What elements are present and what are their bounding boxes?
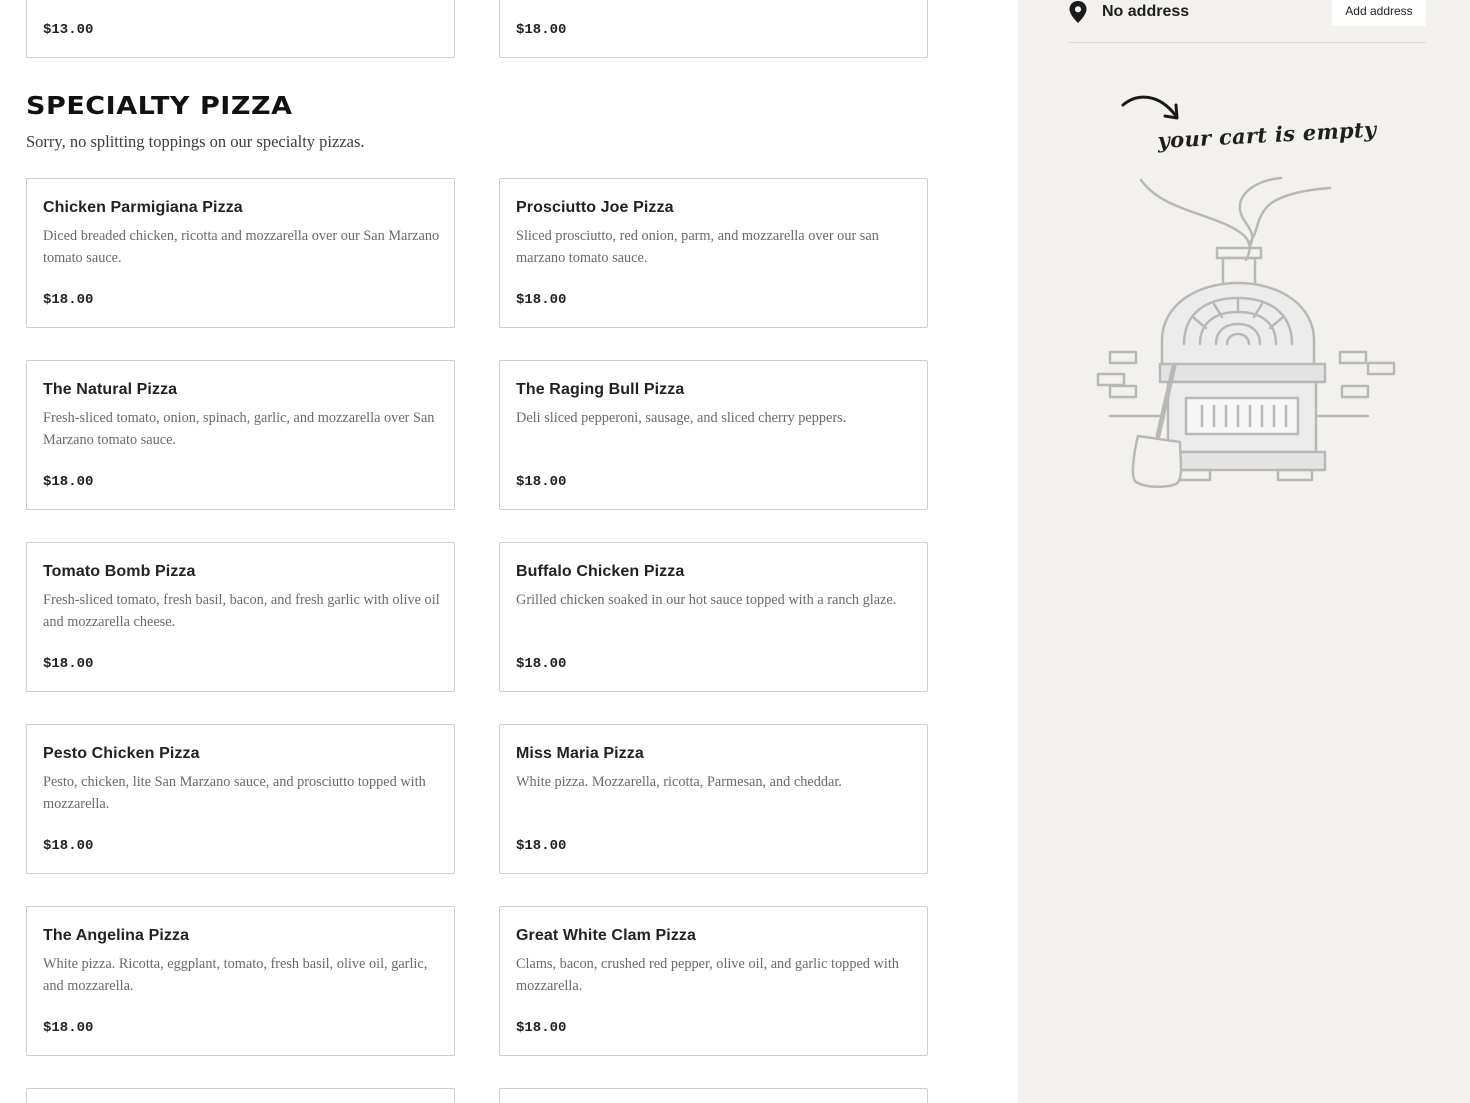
item-price: $13.00 <box>43 22 94 38</box>
item-price: $18.00 <box>43 838 94 854</box>
menu-item-card[interactable]: Prosciutto Joe Pizza Sliced prosciutto, … <box>499 178 928 328</box>
menu-item-card[interactable] <box>26 1088 455 1103</box>
section-title: SPECIALTY PIZZA <box>26 91 293 120</box>
address-text: No address <box>1102 3 1190 20</box>
menu-item-card[interactable]: Miss Maria Pizza White pizza. Mozzarella… <box>499 724 928 874</box>
menu-item-card[interactable]: Great White Clam Pizza Clams, bacon, cru… <box>499 906 928 1056</box>
menu-item-card[interactable]: $13.00 <box>26 0 455 58</box>
item-name: Chicken Parmigiana Pizza <box>43 199 243 216</box>
item-name: The Raging Bull Pizza <box>516 381 685 398</box>
item-price: $18.00 <box>43 292 94 308</box>
menu-item-card[interactable]: Tomato Bomb Pizza Fresh-sliced tomato, f… <box>26 542 455 692</box>
item-description: White pizza. Ricotta, eggplant, tomato, … <box>43 956 428 994</box>
menu-item-card[interactable]: The Natural Pizza Fresh-sliced tomato, o… <box>26 360 455 510</box>
section-note: Sorry, no splitting toppings on our spec… <box>26 132 365 151</box>
item-description: Fresh-sliced tomato, onion, spinach, gar… <box>43 410 435 448</box>
item-price: $18.00 <box>516 474 567 490</box>
item-description: Fresh-sliced tomato, fresh basil, bacon,… <box>43 592 440 630</box>
menu-item-card[interactable]: Chicken Parmigiana Pizza Diced breaded c… <box>26 178 455 328</box>
item-description: Diced breaded chicken, ricotta and mozza… <box>43 228 440 266</box>
item-price: $18.00 <box>516 292 567 308</box>
item-description: Deli sliced pepperoni, sausage, and slic… <box>516 410 847 426</box>
item-price: $18.00 <box>516 22 567 38</box>
location-pin-icon <box>1069 1 1087 23</box>
item-price: $18.00 <box>516 656 567 672</box>
item-description: Clams, bacon, crushed red pepper, olive … <box>516 956 899 994</box>
item-name: Buffalo Chicken Pizza <box>516 563 685 580</box>
menu-item-card[interactable]: The Angelina Pizza White pizza. Ricotta,… <box>26 906 455 1056</box>
item-description: Grilled chicken soaked in our hot sauce … <box>516 592 897 608</box>
menu-panel: $13.00 $18.00 SPECIALTY PIZZA Sorry, no … <box>0 0 1018 1103</box>
menu-item-card[interactable]: Buffalo Chicken Pizza Grilled chicken so… <box>499 542 928 692</box>
item-price: $18.00 <box>516 838 567 854</box>
delivery-address-row: No address Add address <box>1068 0 1426 43</box>
cart-panel <box>1018 0 1470 1103</box>
item-price: $18.00 <box>516 1020 567 1036</box>
menu-item-card[interactable]: Pesto Chicken Pizza Pesto, chicken, lite… <box>26 724 455 874</box>
item-name: Pesto Chicken Pizza <box>43 745 200 762</box>
item-name: Tomato Bomb Pizza <box>43 563 196 580</box>
curved-arrow-icon <box>1121 95 1179 120</box>
item-description: Pesto, chicken, lite San Marzano sauce, … <box>43 774 426 812</box>
item-price: $18.00 <box>43 1020 94 1036</box>
item-name: The Angelina Pizza <box>43 927 190 944</box>
menu-item-card[interactable] <box>499 1088 928 1103</box>
item-price: $18.00 <box>43 474 94 490</box>
item-description: Sliced prosciutto, red onion, parm, and … <box>516 228 879 266</box>
item-name: Miss Maria Pizza <box>516 745 644 762</box>
add-address-button[interactable]: Add address <box>1332 0 1426 26</box>
item-name: Great White Clam Pizza <box>516 927 697 944</box>
pizza-oven-illustration <box>1096 176 1396 488</box>
item-name: Prosciutto Joe Pizza <box>516 199 674 216</box>
menu-item-card[interactable]: $18.00 <box>499 0 928 58</box>
item-price: $18.00 <box>43 656 94 672</box>
item-description: White pizza. Mozzarella, ricotta, Parmes… <box>516 774 842 790</box>
menu-item-card[interactable]: The Raging Bull Pizza Deli sliced pepper… <box>499 360 928 510</box>
item-name: The Natural Pizza <box>43 381 178 398</box>
